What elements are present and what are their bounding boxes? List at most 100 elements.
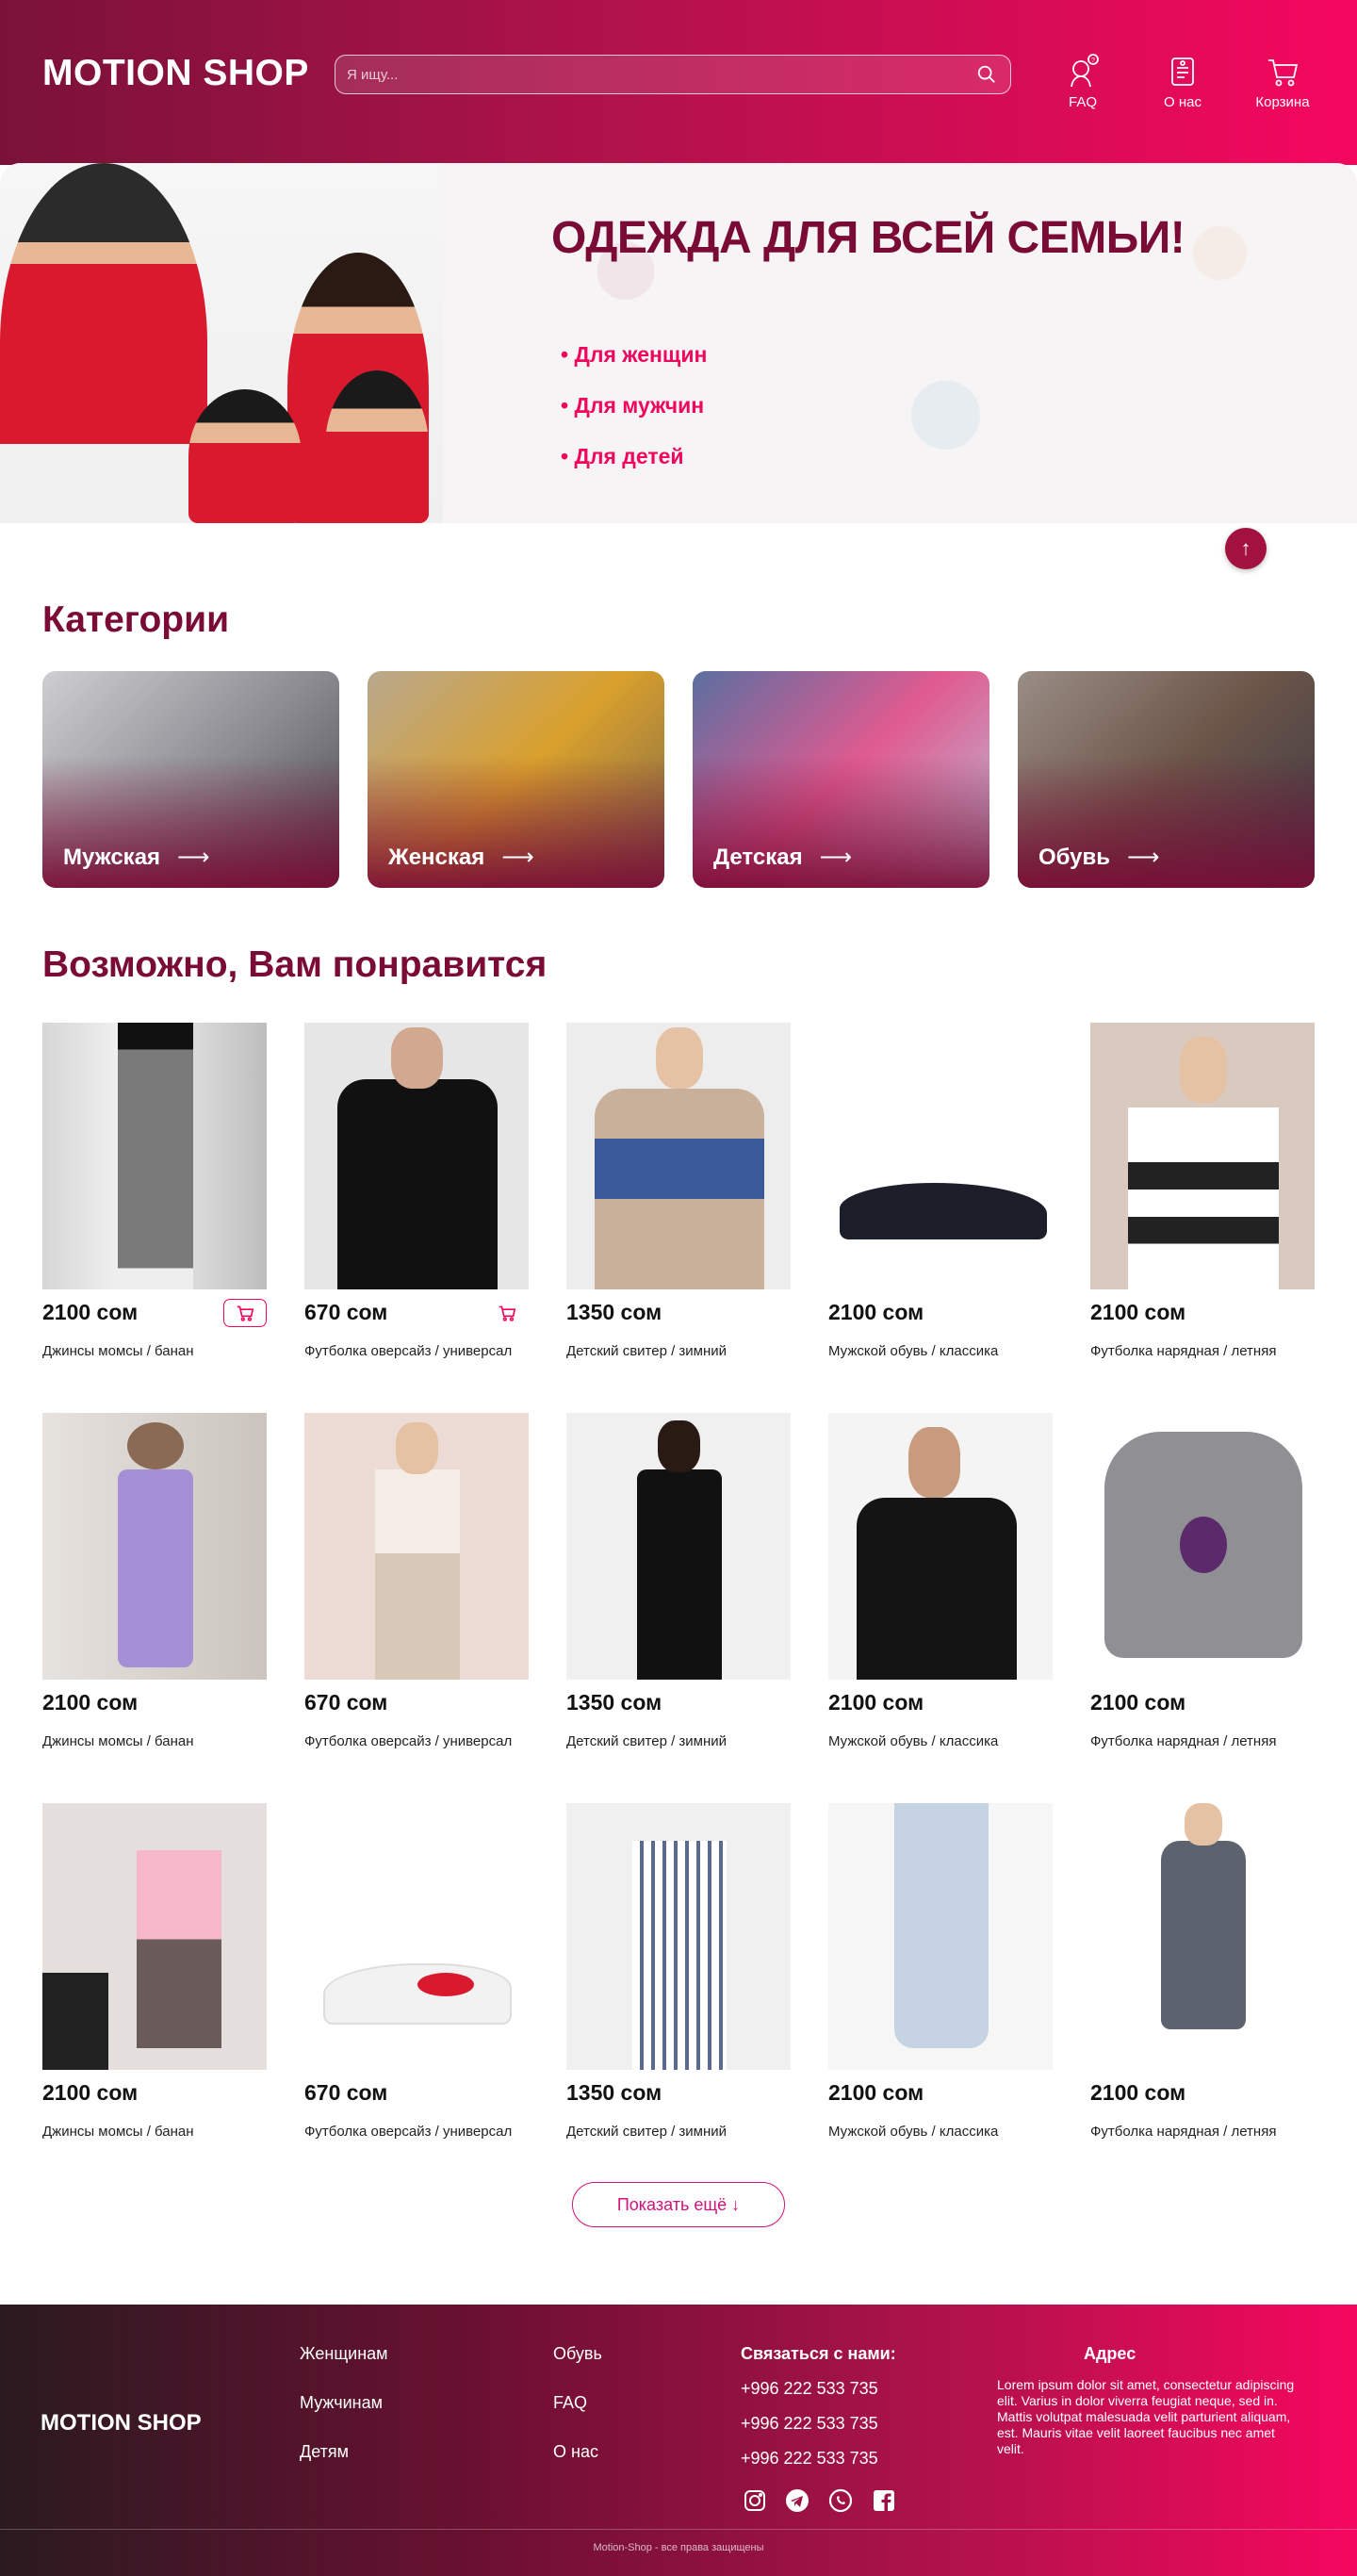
product-card[interactable]: 2100 сом Мужской обувь / классика	[828, 1023, 1053, 1359]
product-image[interactable]	[304, 1803, 529, 2070]
footer-link-shoes[interactable]: Обувь	[553, 2344, 602, 2364]
product-name: Футболка оверсайз / универсал	[304, 1343, 513, 1359]
product-card[interactable]: 2100 сом Мужской обувь / классика	[828, 1803, 1053, 2140]
search-bar[interactable]	[335, 55, 1011, 94]
category-kids[interactable]: Детская ⟶	[693, 671, 989, 888]
product-image[interactable]	[566, 1413, 791, 1680]
footer-logo[interactable]: MOTION SHOP	[41, 2410, 202, 2437]
product-card[interactable]: 2100 сом Футболка нарядная / летняя	[1090, 1413, 1315, 1749]
product-image[interactable]	[828, 1803, 1053, 2070]
add-to-cart-button[interactable]	[485, 1299, 529, 1327]
product-image[interactable]	[566, 1023, 791, 1289]
phone-1[interactable]: +996 222 533 735	[741, 2379, 878, 2399]
category-kids-label: Детская	[713, 845, 803, 870]
product-card[interactable]: 1350 сом Детский свитер / зимний	[566, 1413, 791, 1749]
whatsapp-icon[interactable]	[828, 2488, 853, 2513]
product-card[interactable]: 1350 сом Детский свитер / зимний	[566, 1803, 791, 2140]
footer-divider	[0, 2529, 1357, 2530]
product-price: 1350 сом	[566, 1300, 662, 1324]
category-men[interactable]: Мужская ⟶	[42, 671, 339, 888]
arrow-right-icon: ⟶	[501, 845, 534, 870]
product-card[interactable]: 1350 сом Детский свитер / зимний	[566, 1023, 791, 1359]
product-name: Футболка нарядная / летняя	[1090, 1343, 1277, 1359]
product-image[interactable]	[828, 1023, 1053, 1289]
product-name: Мужской обувь / классика	[828, 1733, 999, 1749]
product-price: 2100 сом	[828, 2080, 924, 2105]
scroll-up-button[interactable]: ↑	[1225, 528, 1267, 569]
product-image[interactable]	[1090, 1803, 1315, 2070]
product-card[interactable]: 670 сом Футболка оверсайз / универсал	[304, 1413, 529, 1749]
product-name: Джинсы момсы / банан	[42, 1733, 194, 1749]
category-label: Мужская ⟶	[63, 844, 209, 871]
svg-text:?: ?	[1091, 57, 1095, 64]
show-more-button[interactable]: Показать ещё ↓	[572, 2182, 785, 2227]
nav-about[interactable]: О нас	[1140, 53, 1225, 110]
product-image[interactable]	[304, 1413, 529, 1680]
product-name: Детский свитер / зимний	[566, 2124, 728, 2140]
product-card[interactable]: 2100 сом Джинсы момсы / банан	[42, 1023, 267, 1359]
site-logo[interactable]: MOTION SHOP	[42, 53, 309, 94]
category-shoes[interactable]: Обувь ⟶	[1018, 671, 1315, 888]
copyright: Motion-Shop - все права защищены	[593, 2542, 764, 2553]
product-name: Футболка нарядная / летняя	[1090, 1733, 1277, 1749]
product-card[interactable]: 2100 сом Джинсы момсы / банан	[42, 1803, 267, 2140]
product-name: Мужской обувь / классика	[828, 1343, 999, 1359]
product-image[interactable]	[1090, 1413, 1315, 1680]
nav-about-label: О нас	[1164, 94, 1202, 110]
product-image[interactable]	[1090, 1023, 1315, 1289]
product-price: 2100 сом	[42, 2080, 139, 2105]
recommend-title: Возможно, Вам понравится	[42, 944, 548, 985]
product-name: Футболка нарядная / летняя	[1090, 2124, 1277, 2140]
product-price: 2100 сом	[828, 1690, 924, 1715]
footer-link-about[interactable]: О нас	[553, 2442, 598, 2462]
product-price: 2100 сом	[1090, 2080, 1186, 2105]
about-icon	[1171, 57, 1194, 86]
footer-link-faq[interactable]: FAQ	[553, 2393, 587, 2413]
product-price: 2100 сом	[1090, 1300, 1186, 1324]
search-input[interactable]	[347, 56, 950, 93]
add-to-cart-button[interactable]	[223, 1299, 267, 1327]
instagram-icon[interactable]	[743, 2488, 767, 2513]
product-price: 670 сом	[304, 1690, 388, 1715]
telegram-icon[interactable]	[785, 2488, 809, 2513]
product-card[interactable]: 2100 сом Футболка нарядная / летняя	[1090, 1803, 1315, 2140]
product-price: 2100 сом	[828, 1300, 924, 1324]
product-card[interactable]: 670 сом Футболка оверсайз / универсал	[304, 1023, 529, 1359]
footer-link-kids[interactable]: Детям	[300, 2442, 349, 2462]
product-price: 2100 сом	[1090, 1690, 1186, 1715]
hero-item-kids[interactable]: • Для детей	[561, 444, 707, 469]
phone-3[interactable]: +996 222 533 735	[741, 2449, 878, 2469]
category-label: Детская ⟶	[713, 844, 852, 871]
hero-item-men[interactable]: • Для мужчин	[561, 393, 707, 418]
footer-link-women[interactable]: Женщинам	[300, 2344, 388, 2364]
nav-cart-label: Корзина	[1255, 94, 1310, 110]
search-icon[interactable]	[976, 64, 997, 85]
photo-girl	[188, 389, 302, 523]
nav-faq[interactable]: ? FAQ	[1040, 53, 1125, 110]
product-image[interactable]	[42, 1803, 267, 2070]
cart-icon	[237, 1305, 254, 1321]
product-image[interactable]	[828, 1413, 1053, 1680]
phone-2[interactable]: +996 222 533 735	[741, 2414, 878, 2434]
product-image[interactable]	[42, 1413, 267, 1680]
footer-link-men[interactable]: Мужчинам	[300, 2393, 383, 2413]
nav-cart[interactable]: Корзина	[1240, 53, 1325, 110]
faq-icon: ?	[1071, 54, 1099, 88]
category-women-label: Женская	[388, 845, 485, 870]
product-image[interactable]	[42, 1023, 267, 1289]
category-label: Обувь ⟶	[1038, 844, 1159, 871]
product-card[interactable]: 2100 сом Джинсы момсы / банан	[42, 1413, 267, 1749]
product-card[interactable]: 2100 сом Мужской обувь / классика	[828, 1413, 1053, 1749]
facebook-icon[interactable]	[872, 2488, 896, 2513]
product-name: Джинсы момсы / банан	[42, 1343, 194, 1359]
nav-faq-label: FAQ	[1068, 94, 1097, 110]
product-price: 670 сом	[304, 1300, 388, 1324]
product-name: Футболка оверсайз / универсал	[304, 2124, 513, 2140]
arrow-right-icon: ⟶	[1127, 845, 1160, 870]
product-card[interactable]: 2100 сом Футболка нарядная / летняя	[1090, 1023, 1315, 1359]
hero-item-women[interactable]: • Для женщин	[561, 342, 707, 368]
product-card[interactable]: 670 сом Футболка оверсайз / универсал	[304, 1803, 529, 2140]
category-women[interactable]: Женская ⟶	[368, 671, 664, 888]
product-image[interactable]	[566, 1803, 791, 2070]
product-image[interactable]	[304, 1023, 529, 1289]
